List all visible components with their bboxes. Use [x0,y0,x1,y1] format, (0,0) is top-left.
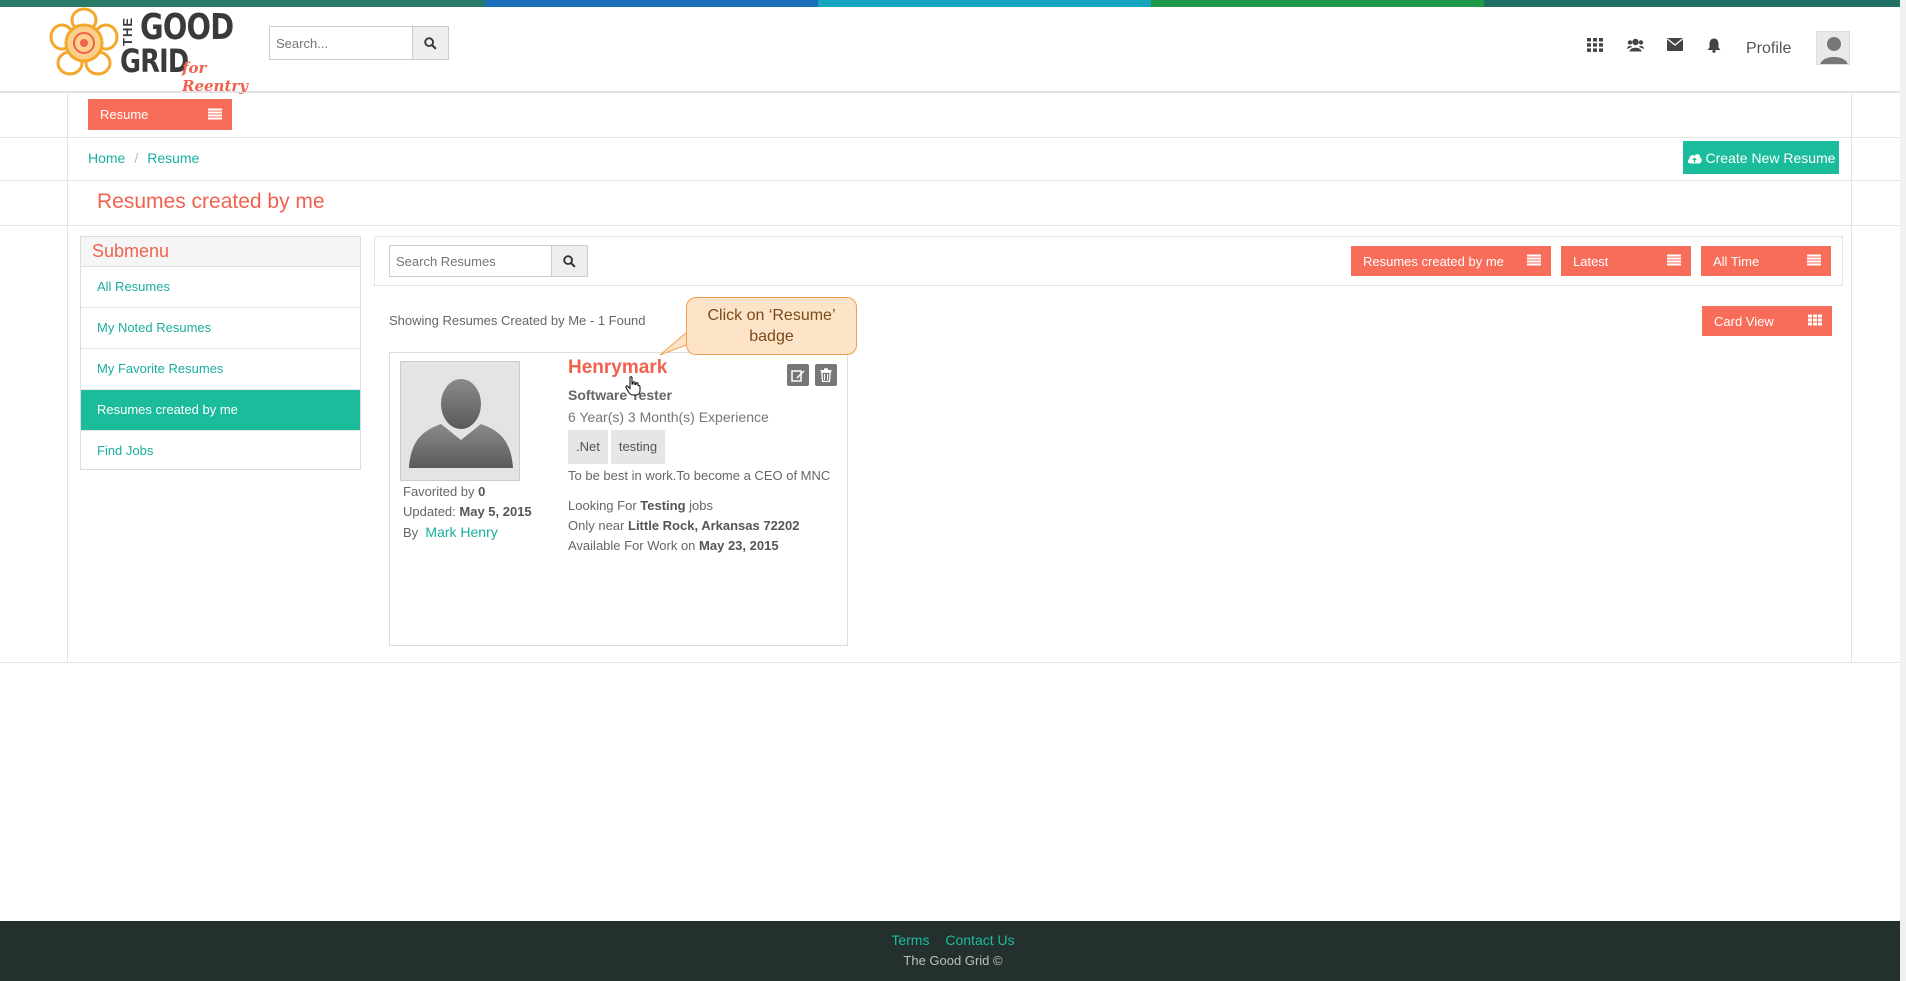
by-label: By [403,525,419,540]
submenu-item-find-jobs[interactable]: Find Jobs [81,431,360,472]
sort-label: Latest [1573,253,1609,269]
page-scrollbar[interactable] [1900,0,1906,981]
author-info: By Mark Henry [403,524,498,540]
grid-view-icon [1808,314,1822,329]
looking-for-value: Testing [640,498,686,513]
submenu-item-created-by-me[interactable]: Resumes created by me [81,390,360,431]
skill-tag[interactable]: testing [610,430,666,464]
resume-search [389,245,588,277]
apps-grid-icon[interactable] [1587,38,1603,57]
looking-for-prefix: Looking For [568,498,637,513]
near-value: Little Rock, Arkansas 72202 [628,518,800,533]
looking-for-suffix: jobs [689,498,714,513]
create-new-resume-label: Create New Resume [1705,149,1836,166]
flower-logo-icon [49,7,119,76]
submenu-item-favorite-resumes[interactable]: My Favorite Resumes [81,349,360,390]
breadcrumb-home[interactable]: Home [88,150,125,166]
submenu-item-noted-resumes[interactable]: My Noted Resumes [81,308,360,349]
sort-dropdown[interactable]: Latest [1561,246,1691,276]
page-title: Resumes created by me [97,190,325,213]
resume-experience: 6 Year(s) 3 Month(s) Experience [568,409,769,425]
top-color-stripe [0,0,1906,7]
resume-name-link[interactable]: Henrymark [568,357,667,379]
submenu-item-all-resumes[interactable]: All Resumes [81,267,360,308]
footer-contact-link[interactable]: Contact Us [945,932,1014,948]
search-icon [424,36,437,50]
logo-word-good: GOOD [140,7,234,48]
time-filter-dropdown[interactable]: All Time [1701,246,1831,276]
search-icon [563,254,576,268]
skill-tags: .Net testing [568,430,666,464]
updated-date: May 5, 2015 [459,504,532,519]
favorited-label: Favorited by [403,484,475,499]
breadcrumb-resume[interactable]: Resume [147,150,199,166]
submenu-panel: Submenu All Resumes My Noted Resumes My … [80,236,361,470]
time-filter-label: All Time [1713,253,1760,269]
favorited-info: Favorited by 0 [403,484,485,499]
footer-copyright: The Good Grid © [903,953,1003,968]
global-search-button[interactable] [412,27,448,59]
updated-label: Updated: [403,504,456,519]
owner-filter-dropdown[interactable]: Resumes created by me [1351,246,1551,276]
favorited-count: 0 [478,484,486,499]
view-mode-dropdown[interactable]: Card View [1702,306,1832,336]
logo-word-grid: GRID [120,42,189,80]
resume-section-menu[interactable]: Resume [88,99,232,130]
global-search [269,26,449,60]
breadcrumb: Home / Resume [88,150,200,166]
hand-cursor-icon [625,376,641,396]
user-silhouette-icon [1820,37,1848,64]
logo-tagline: for Reentry [182,59,249,95]
global-search-input[interactable] [270,27,412,59]
envelope-icon[interactable] [1667,38,1683,56]
delete-resume-button[interactable] [815,364,837,386]
resume-photo[interactable] [400,361,520,481]
edit-resume-button[interactable] [787,364,809,386]
hamburger-icon [208,107,222,122]
available-value: May 23, 2015 [699,538,779,553]
cloud-upload-icon [1687,153,1702,163]
site-logo[interactable]: THE GOOD GRID for Reentry [48,5,264,95]
looking-for-line: Looking For Testing jobs [568,498,713,513]
near-prefix: Only near [568,518,625,533]
resume-objective: To be best in work.To become a CEO of MN… [568,468,831,483]
users-icon[interactable] [1627,38,1644,57]
footer-links: Terms Contact Us [0,932,1906,948]
resume-section-label: Resume [100,107,149,122]
footer-terms-link[interactable]: Terms [891,932,929,948]
trash-icon [820,368,832,382]
profile-link[interactable]: Profile [1746,40,1791,58]
view-mode-label: Card View [1714,313,1774,329]
tutorial-callout: Click on ‘Resume’ badge [686,297,857,355]
resume-role: Software Tester [568,387,672,403]
owner-filter-label: Resumes created by me [1363,253,1504,269]
hamburger-icon [1527,254,1541,269]
location-line: Only near Little Rock, Arkansas 72202 [568,518,800,533]
skill-tag[interactable]: .Net [568,430,608,464]
edit-icon [791,370,805,382]
updated-info: Updated: May 5, 2015 [403,504,532,519]
site-footer: Terms Contact Us The Good Grid © [0,921,1906,981]
available-prefix: Available For Work on [568,538,696,553]
submenu-title: Submenu [81,237,360,267]
author-link[interactable]: Mark Henry [425,524,497,540]
availability-line: Available For Work on May 23, 2015 [568,538,779,553]
hamburger-icon [1807,254,1821,269]
resume-search-button[interactable] [551,246,587,276]
resume-search-input[interactable] [390,246,551,276]
person-silhouette-icon [409,379,513,468]
hamburger-icon [1667,254,1681,269]
create-new-resume-button[interactable]: Create New Resume [1683,141,1839,174]
results-summary: Showing Resumes Created by Me - 1 Found [389,313,646,328]
user-avatar[interactable] [1816,31,1850,65]
bell-icon[interactable] [1707,38,1721,58]
